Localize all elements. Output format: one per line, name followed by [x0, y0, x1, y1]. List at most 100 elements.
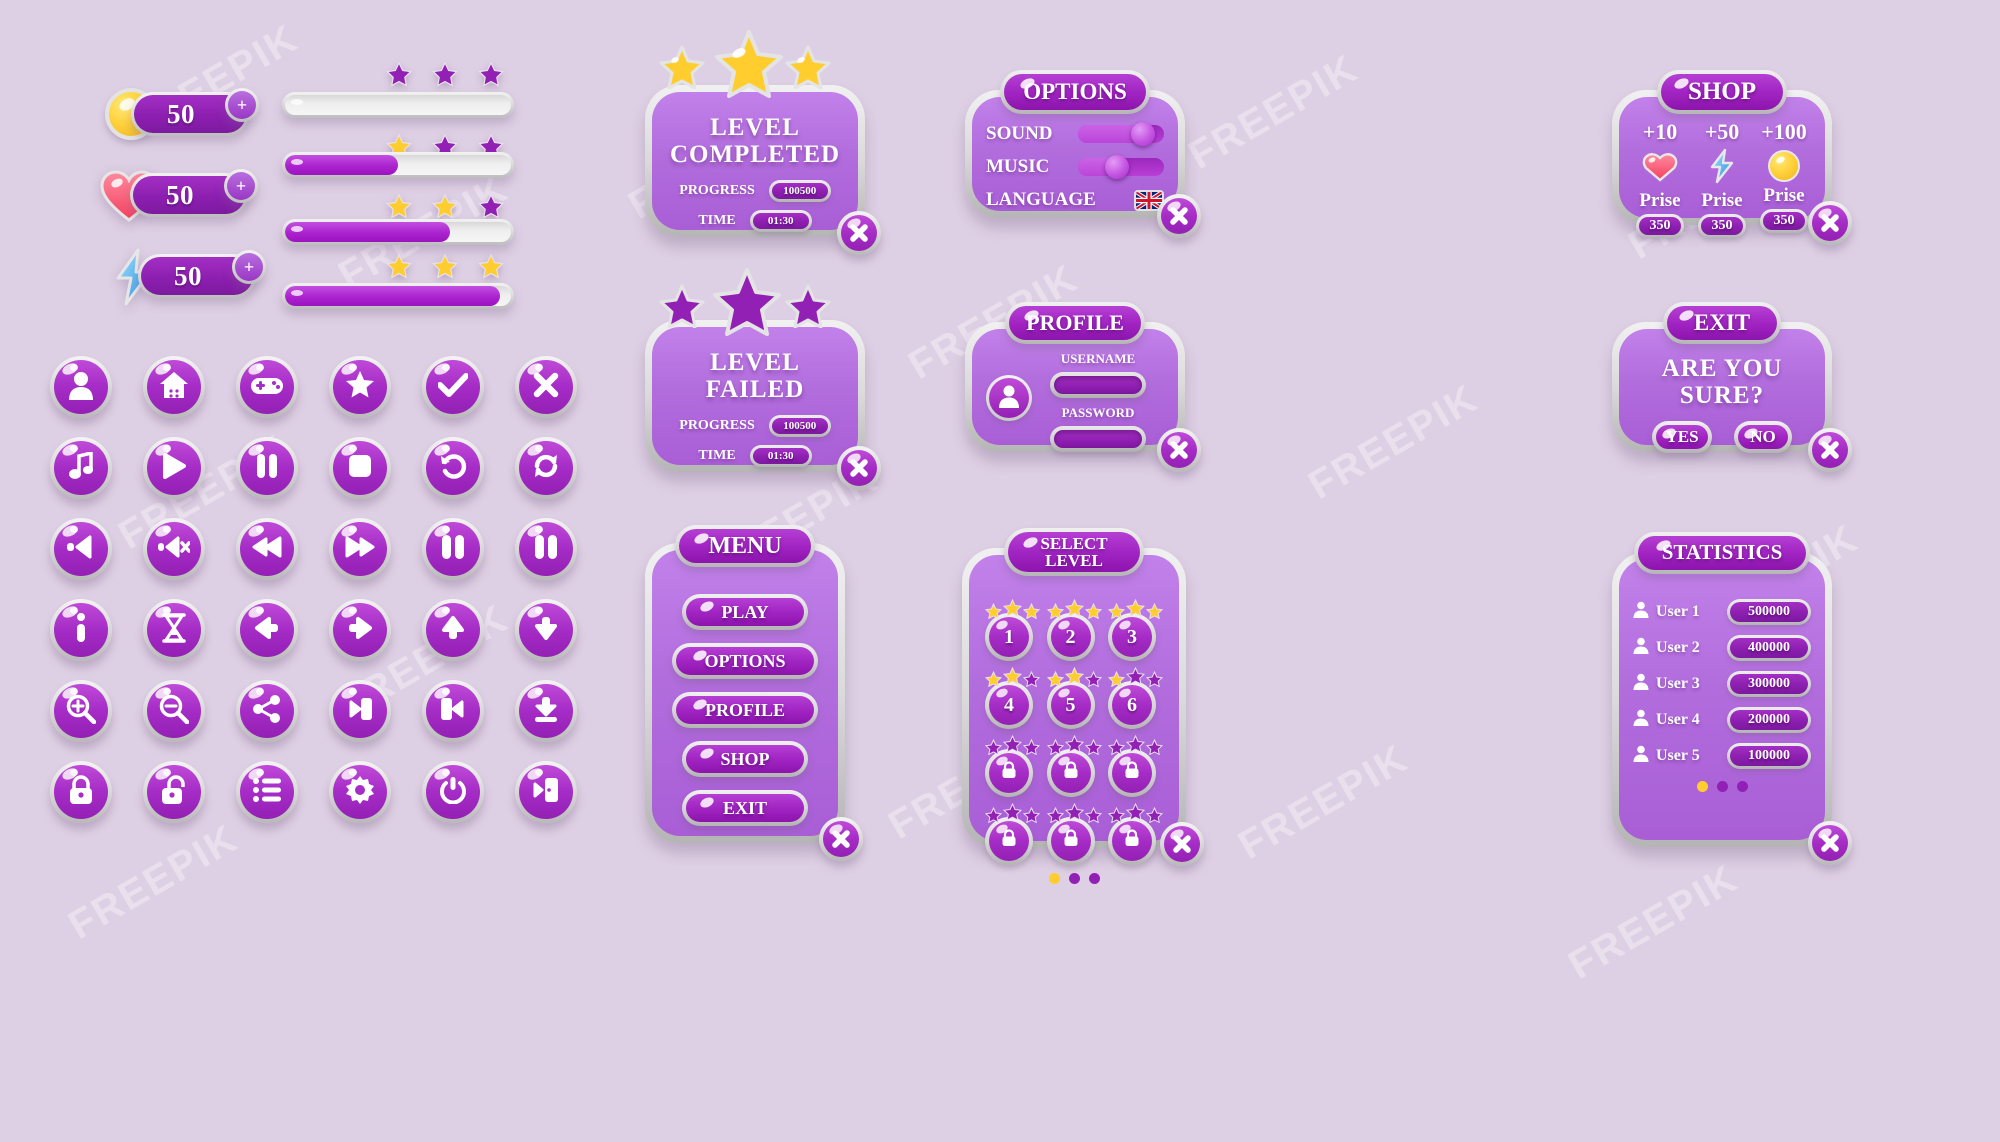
- close-button-menu[interactable]: [819, 817, 863, 861]
- shop-item-hearts[interactable]: +10 Prise 350: [1636, 119, 1684, 238]
- close-button-level-failed[interactable]: [837, 446, 881, 490]
- icon-button-zoom-in[interactable]: [50, 680, 112, 742]
- level-item[interactable]: 2: [1046, 599, 1102, 661]
- resource-counter-energy[interactable]: 50 +: [110, 248, 266, 306]
- pagination-dot-active[interactable]: [1696, 781, 1708, 792]
- shop-price-pill[interactable]: 350: [1698, 214, 1746, 238]
- icon-button-refresh[interactable]: [515, 437, 577, 499]
- panel-exit: ARE YOU SURE? YES NO EXIT: [1612, 302, 1852, 472]
- icon-button-arrow-left[interactable]: [236, 599, 298, 661]
- icon-button-lock[interactable]: [50, 761, 112, 823]
- statistics-pagination[interactable]: [1633, 781, 1811, 792]
- icon-button-gear[interactable]: [329, 761, 391, 823]
- close-button-level-completed[interactable]: [837, 211, 881, 255]
- level-item[interactable]: 1: [985, 599, 1040, 661]
- pagination-dot-active[interactable]: [1048, 873, 1060, 884]
- level-item-locked[interactable]: [1108, 803, 1163, 865]
- music-slider[interactable]: [1078, 155, 1164, 179]
- close-button-shop[interactable]: [1808, 201, 1852, 245]
- icon-button-unlock[interactable]: [143, 761, 205, 823]
- icon-button-undo[interactable]: [422, 437, 484, 499]
- icon-button-power[interactable]: [422, 761, 484, 823]
- pagination-dot[interactable]: [1088, 873, 1100, 884]
- select-level-title-line2: LEVEL: [1045, 551, 1103, 570]
- no-button[interactable]: NO: [1734, 421, 1792, 453]
- add-coin-button[interactable]: +: [225, 88, 259, 122]
- shop-price-pill[interactable]: 350: [1636, 214, 1684, 238]
- avatar[interactable]: [986, 375, 1032, 421]
- password-field[interactable]: [1050, 426, 1146, 452]
- icon-button-share[interactable]: [236, 680, 298, 742]
- pagination-dot[interactable]: [1068, 873, 1080, 884]
- level-number: 6: [1112, 685, 1152, 725]
- level-item-locked[interactable]: [1108, 735, 1163, 797]
- icon-button-volume-mute[interactable]: [143, 518, 205, 580]
- username-field[interactable]: [1050, 372, 1146, 398]
- icon-button-close[interactable]: [515, 356, 577, 418]
- icon-button-check[interactable]: [422, 356, 484, 418]
- resource-counter-heart[interactable]: 50 +: [100, 169, 258, 222]
- icon-button-exit-door[interactable]: [515, 761, 577, 823]
- select-level-pagination[interactable]: [985, 873, 1163, 884]
- icon-button-play[interactable]: [143, 437, 205, 499]
- icon-button-download[interactable]: [515, 680, 577, 742]
- icon-button-arrow-up[interactable]: [422, 599, 484, 661]
- star-icon-empty: [432, 62, 458, 87]
- shop-price-pill[interactable]: 350: [1760, 209, 1808, 233]
- icon-button-info[interactable]: [50, 599, 112, 661]
- close-button-statistics[interactable]: [1808, 821, 1852, 865]
- icon-button-pause-alt2[interactable]: [515, 518, 577, 580]
- shop-item-energy[interactable]: +50 Prise 350: [1698, 119, 1746, 238]
- icon-button-gamepad[interactable]: [236, 356, 298, 418]
- icon-button-star[interactable]: [329, 356, 391, 418]
- icon-button-hourglass[interactable]: [143, 599, 205, 661]
- icon-button-arrow-down[interactable]: [515, 599, 577, 661]
- music-slider-knob[interactable]: [1104, 155, 1129, 179]
- icon-button-fast-forward[interactable]: [329, 518, 391, 580]
- sound-slider[interactable]: [1078, 122, 1164, 146]
- shop-price: 350: [1763, 212, 1805, 230]
- level-item[interactable]: 4: [985, 667, 1040, 729]
- menu-button-options[interactable]: OPTIONS: [672, 643, 818, 679]
- icon-button-login[interactable]: [329, 680, 391, 742]
- icon-button-music[interactable]: [50, 437, 112, 499]
- level-item-locked[interactable]: [1046, 803, 1102, 865]
- icon-button-home[interactable]: [143, 356, 205, 418]
- level-item-locked[interactable]: [985, 735, 1040, 797]
- icon-button-logout[interactable]: [422, 680, 484, 742]
- icon-button-user[interactable]: [50, 356, 112, 418]
- icon-button-stop[interactable]: [329, 437, 391, 499]
- menu-button-play[interactable]: PLAY: [682, 594, 808, 630]
- close-button-exit[interactable]: [1808, 428, 1852, 472]
- sound-slider-knob[interactable]: [1131, 122, 1156, 146]
- add-energy-button[interactable]: +: [232, 250, 266, 284]
- level-item-locked[interactable]: [985, 803, 1040, 865]
- close-button-select-level[interactable]: [1160, 822, 1204, 866]
- star-icon-filled: [386, 254, 412, 279]
- pagination-dot[interactable]: [1716, 781, 1728, 792]
- menu-button-profile[interactable]: PROFILE: [672, 692, 818, 728]
- icon-button-pause[interactable]: [236, 437, 298, 499]
- close-button-profile[interactable]: [1157, 428, 1201, 472]
- yes-button[interactable]: YES: [1652, 421, 1712, 453]
- menu-button-shop[interactable]: SHOP: [682, 741, 808, 777]
- icon-button-volume[interactable]: [50, 518, 112, 580]
- icon-button-rewind[interactable]: [236, 518, 298, 580]
- shop-item-coins[interactable]: +100 Prise 350: [1760, 119, 1808, 233]
- icon-button-list[interactable]: [236, 761, 298, 823]
- level-item-locked[interactable]: [1046, 735, 1102, 797]
- level-item[interactable]: 5: [1046, 667, 1102, 729]
- menu-button-exit[interactable]: EXIT: [682, 790, 808, 826]
- pagination-dot[interactable]: [1736, 781, 1748, 792]
- icon-button-pause-alt[interactable]: [422, 518, 484, 580]
- avatar-icon: [998, 384, 1020, 413]
- icon-button-zoom-out[interactable]: [143, 680, 205, 742]
- statistics-title-label: STATISTICS: [1638, 536, 1806, 570]
- options-title: OPTIONS: [1000, 70, 1150, 114]
- close-button-options[interactable]: [1157, 194, 1201, 238]
- level-item[interactable]: 6: [1108, 667, 1163, 729]
- icon-button-arrow-right[interactable]: [329, 599, 391, 661]
- resource-counter-coin[interactable]: 50 +: [105, 88, 259, 140]
- add-heart-button[interactable]: +: [224, 169, 258, 203]
- level-item[interactable]: 3: [1108, 599, 1163, 661]
